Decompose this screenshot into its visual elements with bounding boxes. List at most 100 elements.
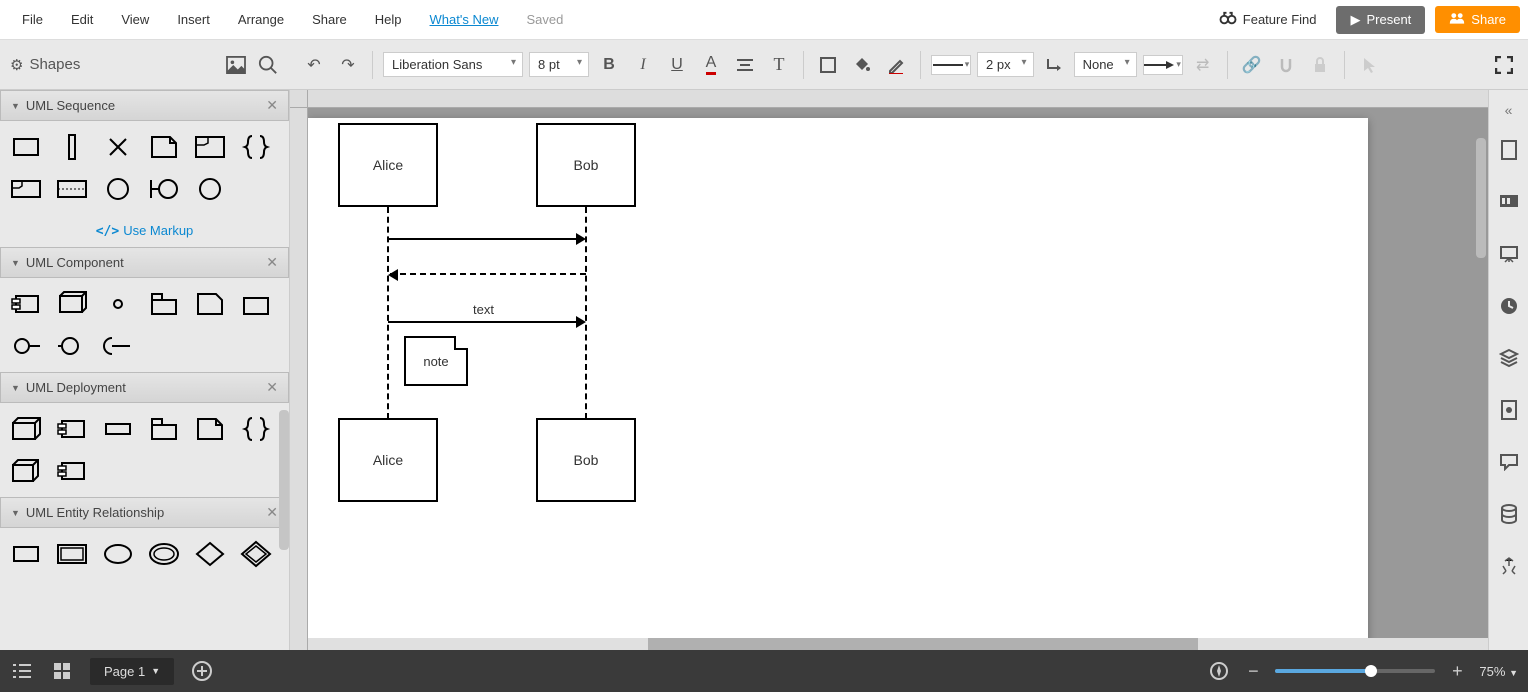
text-color-button[interactable]: A <box>697 51 725 79</box>
shape-node3d[interactable] <box>6 411 46 447</box>
zoom-in-button[interactable]: + <box>1445 659 1469 683</box>
magnet-button[interactable] <box>1272 51 1300 79</box>
comment-panel-icon[interactable] <box>1495 188 1523 216</box>
lifeline-alice-bottom[interactable]: Alice <box>338 418 438 502</box>
swap-ends-button[interactable]: ⇄ <box>1189 51 1217 79</box>
message-1[interactable] <box>388 238 584 240</box>
font-size-select[interactable]: 8 pt <box>529 52 589 77</box>
shape-package2[interactable] <box>144 411 184 447</box>
feature-find-button[interactable]: Feature Find <box>1209 5 1327 34</box>
shape-brace[interactable] <box>236 129 276 165</box>
shape-weak-entity[interactable] <box>52 536 92 572</box>
shape-group-uml-sequence[interactable]: ▼ UML Sequence ✕ <box>0 90 289 121</box>
menu-help[interactable]: Help <box>361 2 416 37</box>
canvas-viewport[interactable]: Alice Bob text note Alice Bob <box>308 108 1488 690</box>
shape-package[interactable] <box>144 286 184 322</box>
sidebar-scrollbar[interactable] <box>279 410 289 550</box>
menu-arrange[interactable]: Arrange <box>224 2 298 37</box>
chat-panel-icon[interactable] <box>1495 448 1523 476</box>
collapse-right-button[interactable]: « <box>1499 96 1519 124</box>
shape-component[interactable] <box>6 286 46 322</box>
shape-fragment[interactable] <box>6 171 46 207</box>
menu-view[interactable]: View <box>107 2 163 37</box>
shape-attribute[interactable] <box>98 536 138 572</box>
shape-alt-fragment[interactable] <box>52 171 92 207</box>
close-icon[interactable]: ✕ <box>266 504 278 521</box>
zoom-slider[interactable] <box>1275 669 1435 673</box>
shape-artifact2[interactable] <box>190 411 230 447</box>
outline-view-icon[interactable] <box>10 659 34 683</box>
masterpage-panel-icon[interactable] <box>1495 396 1523 424</box>
shape-artifact[interactable] <box>190 286 230 322</box>
close-icon[interactable]: ✕ <box>266 254 278 271</box>
shape-relationship[interactable] <box>190 536 230 572</box>
shape-cube[interactable] <box>6 453 46 489</box>
shape-device[interactable] <box>52 453 92 489</box>
lifeline-bob-bottom[interactable]: Bob <box>536 418 636 502</box>
line-width-select[interactable]: 2 px <box>977 52 1034 77</box>
shape-note[interactable] <box>144 129 184 165</box>
lock-button[interactable] <box>1306 51 1334 79</box>
page-selector[interactable]: Page 1▼ <box>90 658 174 685</box>
page[interactable]: Alice Bob text note Alice Bob <box>308 118 1368 658</box>
search-icon[interactable] <box>256 53 280 77</box>
add-page-button[interactable] <box>190 659 214 683</box>
menu-file[interactable]: File <box>8 2 57 37</box>
menu-insert[interactable]: Insert <box>163 2 224 37</box>
menu-edit[interactable]: Edit <box>57 2 107 37</box>
bold-button[interactable]: B <box>595 51 623 79</box>
lifeline-bob-top[interactable]: Bob <box>536 123 636 207</box>
shapes-button[interactable]: ⚙ Shapes <box>10 56 80 74</box>
shape-frame[interactable] <box>190 129 230 165</box>
canvas-scrollbar-vertical[interactable] <box>1476 138 1486 258</box>
menu-share[interactable]: Share <box>298 2 361 37</box>
shape-destroy[interactable] <box>98 129 138 165</box>
layers-panel-icon[interactable] <box>1495 344 1523 372</box>
italic-button[interactable]: I <box>629 51 657 79</box>
shape-boundary[interactable] <box>144 171 184 207</box>
data-panel-icon[interactable] <box>1495 500 1523 528</box>
cursor-tool-button[interactable] <box>1355 51 1383 79</box>
message-2-return[interactable] <box>390 273 586 275</box>
message-3-label[interactable]: text <box>473 302 494 317</box>
line-route-button[interactable] <box>1040 51 1068 79</box>
shape-weak-relationship[interactable] <box>236 536 276 572</box>
lifeline-alice-top[interactable]: Alice <box>338 123 438 207</box>
shape-group-uml-deployment[interactable]: ▼ UML Deployment ✕ <box>0 372 289 403</box>
zoom-level[interactable]: 75% ▼ <box>1479 664 1518 679</box>
font-family-select[interactable]: Liberation Sans <box>383 52 523 77</box>
canvas-scrollbar-horizontal[interactable] <box>308 638 1488 650</box>
close-icon[interactable]: ✕ <box>266 379 278 396</box>
shape-group-uml-er[interactable]: ▼ UML Entity Relationship ✕ <box>0 497 289 528</box>
shape-object[interactable] <box>6 129 46 165</box>
line-end-select[interactable]: ▾ <box>1143 55 1183 75</box>
shape-multi-attribute[interactable] <box>144 536 184 572</box>
zoom-out-button[interactable]: − <box>1241 659 1265 683</box>
shape-provided-interface[interactable] <box>6 328 46 364</box>
line-style-select[interactable]: ▾ <box>931 55 971 75</box>
share-button[interactable]: Share <box>1435 6 1520 33</box>
shape-socket[interactable] <box>98 328 138 364</box>
align-button[interactable] <box>731 51 759 79</box>
shape-component-box[interactable] <box>52 286 92 322</box>
link-button[interactable]: 🔗 <box>1238 51 1266 79</box>
compass-icon[interactable] <box>1207 659 1231 683</box>
border-color-button[interactable] <box>882 51 910 79</box>
image-icon[interactable] <box>224 53 248 77</box>
shape-required-interface[interactable] <box>52 328 92 364</box>
text-tool-button[interactable]: T <box>765 51 793 79</box>
message-3[interactable] <box>388 321 584 323</box>
use-markup-link[interactable]: </>Use Markup <box>0 215 289 247</box>
actions-panel-icon[interactable] <box>1495 552 1523 580</box>
shape-entity[interactable] <box>190 171 230 207</box>
shape-brace2[interactable] <box>236 411 276 447</box>
shape-activation[interactable] <box>52 129 92 165</box>
line-start-select[interactable]: None <box>1074 52 1137 77</box>
undo-button[interactable]: ↶ <box>300 51 328 79</box>
close-icon[interactable]: ✕ <box>266 97 278 114</box>
underline-button[interactable]: U <box>663 51 691 79</box>
note-box[interactable]: note <box>404 336 468 386</box>
shape-endpoint[interactable] <box>98 171 138 207</box>
shape-group-uml-component[interactable]: ▼ UML Component ✕ <box>0 247 289 278</box>
shape-port[interactable] <box>98 286 138 322</box>
